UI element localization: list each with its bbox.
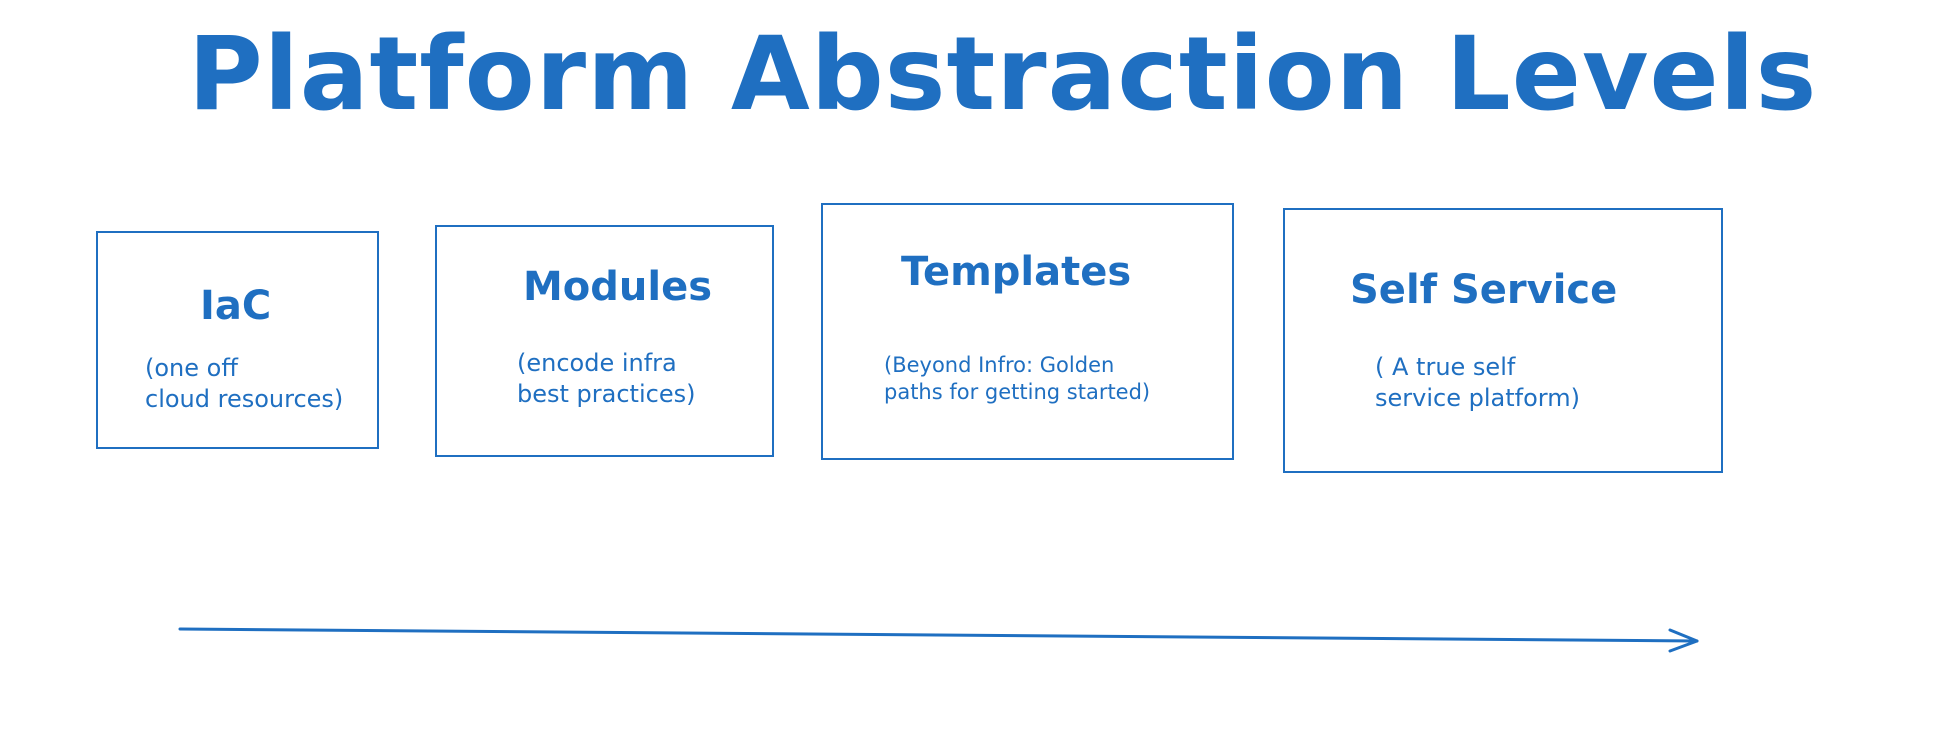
arrow-line (178, 627, 1699, 643)
progression-arrow (178, 627, 1699, 653)
